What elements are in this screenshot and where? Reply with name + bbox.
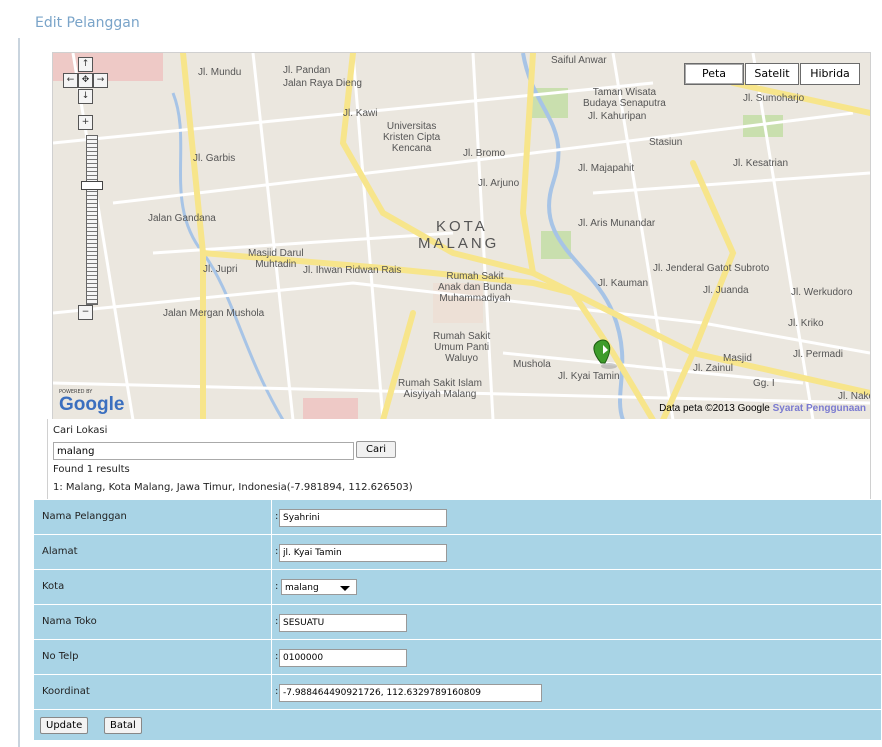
form-row-no-telp: No Telp : <box>34 640 881 675</box>
map-label: Jalan Mergan Mushola <box>163 308 265 319</box>
map-label: Jl. Bromo <box>463 148 506 159</box>
map-view[interactable]: Universitas Kristen Cipta Kencana Saiful… <box>52 52 871 421</box>
alamat-label: Alamat <box>42 546 78 557</box>
map-label: Jl. Permadi <box>793 349 844 360</box>
map-label: Jl. Kauman <box>598 278 649 289</box>
map-label: Taman Wisata Budaya Senaputra <box>583 87 666 109</box>
pan-left-icon[interactable]: ← <box>63 73 78 88</box>
search-button[interactable]: Cari <box>356 441 396 458</box>
copyright-text: Data peta ©2013 Google <box>659 403 770 414</box>
colon: : <box>275 686 279 697</box>
panel-border <box>18 38 20 747</box>
map-label: Jl. Zainul <box>693 363 734 374</box>
map-copyright: Data peta ©2013 Google Syarat Penggunaan <box>659 403 866 414</box>
column-divider <box>271 605 272 639</box>
map-type-peta-button[interactable]: Peta <box>684 63 744 85</box>
search-label: Cari Lokasi <box>53 425 108 436</box>
map-label: Jl. Mundu <box>198 67 242 78</box>
form-row-alamat: Alamat : <box>34 535 881 570</box>
batal-button[interactable]: Batal <box>104 717 142 734</box>
map-label: Jalan Raya Dieng <box>283 78 362 89</box>
colon: : <box>275 581 279 592</box>
map-label: Masjid <box>723 353 752 364</box>
colon: : <box>275 511 279 522</box>
search-found-count: Found 1 results <box>53 464 130 475</box>
alamat-input[interactable] <box>279 544 447 562</box>
map-label: Jl. Ihwan Ridwan Rais <box>303 265 402 276</box>
form-row-kota: Kota : malang <box>34 570 881 605</box>
column-divider <box>271 570 272 604</box>
map-label: Jl. Garbis <box>193 153 236 164</box>
map-label: Jl. Kahuripan <box>588 111 647 122</box>
map-label: Jl. Kyai Tamin <box>558 371 620 382</box>
nama-pelanggan-label: Nama Pelanggan <box>42 511 127 522</box>
kota-selected-value: malang <box>285 583 319 593</box>
form-row-nama-pelanggan: Nama Pelanggan : <box>34 500 881 535</box>
no-telp-input[interactable] <box>279 649 407 667</box>
colon: : <box>275 616 279 627</box>
map-label: Jl. Jenderal Gatot Subroto <box>653 263 770 274</box>
map-type-hibrida-button[interactable]: Hibrida <box>800 63 860 85</box>
map-label: Jl. Juanda <box>703 285 749 296</box>
zoom-slider-track[interactable] <box>86 135 98 305</box>
map-type-satelit-button[interactable]: Satelit <box>745 63 799 85</box>
map-label: Jl. Pandan <box>283 65 331 76</box>
pan-center-icon[interactable]: ✥ <box>78 73 93 88</box>
map-label: Rumah Sakit Anak dan Bunda Muhammadiyah <box>438 271 512 304</box>
map-label-city: KOTA <box>436 218 488 235</box>
koordinat-label: Koordinat <box>42 686 90 697</box>
map-label: Jl. Werkudoro <box>791 287 853 298</box>
map-label: Jl. Nako <box>838 391 871 402</box>
map-label: Jl. Kawi <box>343 108 378 119</box>
update-button[interactable]: Update <box>40 717 89 734</box>
column-divider <box>271 500 272 534</box>
location-search-input[interactable] <box>53 442 354 460</box>
map-label-city: MALANG <box>418 235 500 252</box>
map-label: Saiful Anwar <box>551 55 607 66</box>
map-label: Masjid Darul Muhtadin <box>248 248 304 270</box>
form-actions: Update Batal <box>34 710 881 740</box>
colon: : <box>275 651 279 662</box>
nama-pelanggan-input[interactable] <box>279 509 447 527</box>
google-logo[interactable]: Google <box>59 394 124 416</box>
map-label: Gg. I <box>753 378 775 389</box>
customer-form: Nama Pelanggan : Alamat : Kota : malang … <box>34 500 881 740</box>
form-row-koordinat: Koordinat : <box>34 675 881 710</box>
colon: : <box>275 546 279 557</box>
map-label: Jl. Kesatrian <box>733 158 789 169</box>
map-label: Jl. Sumoharjo <box>743 93 805 104</box>
koordinat-input[interactable] <box>279 684 542 702</box>
pan-up-icon[interactable]: ↑ <box>78 57 93 72</box>
map-label: Rumah Sakit Umum Panti Waluyo <box>433 331 491 364</box>
column-divider <box>271 675 272 709</box>
page-title: Edit Pelanggan <box>35 15 140 31</box>
map-label: Jalan Gandana <box>148 213 216 224</box>
zoom-in-icon[interactable]: + <box>78 115 93 130</box>
pan-right-icon[interactable]: → <box>93 73 108 88</box>
kota-select[interactable]: malang <box>281 579 357 595</box>
no-telp-label: No Telp <box>42 651 79 662</box>
nama-toko-label: Nama Toko <box>42 616 97 627</box>
column-divider <box>271 640 272 674</box>
form-row-nama-toko: Nama Toko : <box>34 605 881 640</box>
map-label: Jl. Jupri <box>203 264 238 275</box>
map-label: Jl. Kriko <box>788 318 824 329</box>
map-label: Universitas Kristen Cipta Kencana <box>383 121 441 154</box>
pan-down-icon[interactable]: ↓ <box>78 89 93 104</box>
terms-link[interactable]: Syarat Penggunaan <box>773 403 866 414</box>
search-result-item[interactable]: 1: Malang, Kota Malang, Jawa Timur, Indo… <box>53 482 413 493</box>
nama-toko-input[interactable] <box>279 614 407 632</box>
location-search-panel: Cari Lokasi Cari Found 1 results 1: Mala… <box>47 419 871 499</box>
map-label: Jl. Arjuno <box>478 178 520 189</box>
zoom-out-icon[interactable]: − <box>78 305 93 320</box>
map-label: Jl. Majapahit <box>578 163 635 174</box>
zoom-slider-thumb[interactable] <box>81 181 103 190</box>
map-label: Stasiun <box>649 137 683 148</box>
kota-label: Kota <box>42 581 65 592</box>
map-label: Rumah Sakit Islam Aisyiyah Malang <box>398 378 482 400</box>
column-divider <box>271 535 272 569</box>
chevron-down-icon <box>340 586 350 591</box>
map-label: Mushola <box>513 359 551 370</box>
map-label: Jl. Aris Munandar <box>578 218 656 229</box>
